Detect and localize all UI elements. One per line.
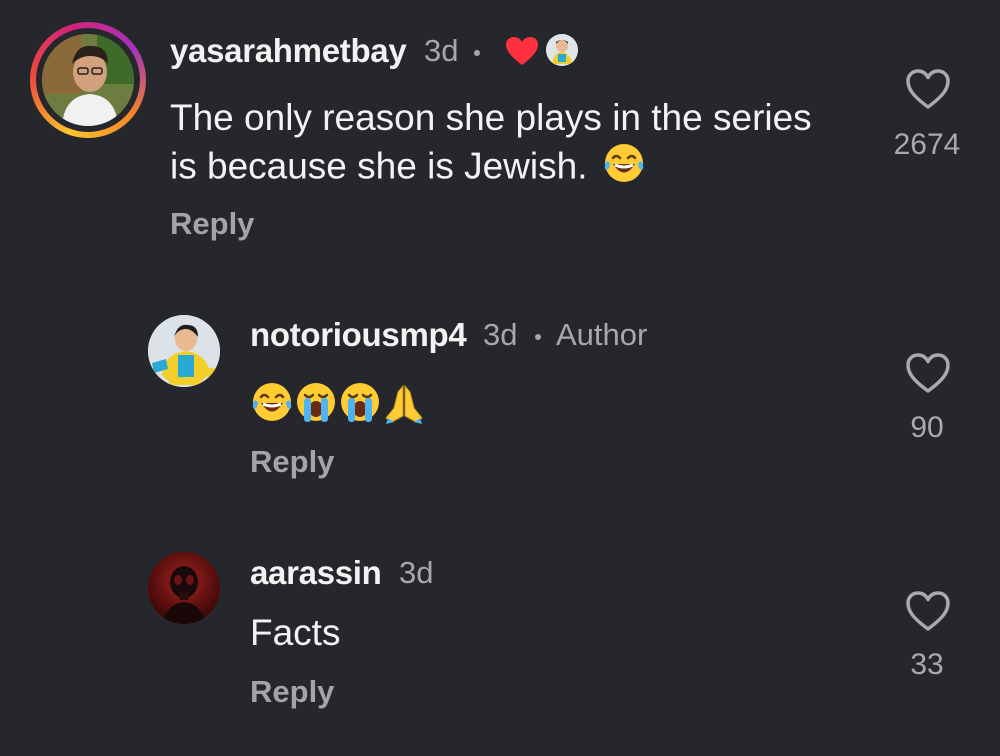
loudly-crying-face-icon [338, 380, 382, 429]
folded-hands-icon [382, 380, 426, 429]
heart-outline-icon[interactable] [905, 352, 951, 394]
separator-dot [535, 334, 541, 340]
emoji-row [250, 380, 426, 424]
comment-item: notoriousmp4 3d Author Reply 90 [0, 300, 1000, 500]
comment-text-line2: is because she is Jewish. [170, 141, 646, 196]
comment-username[interactable]: notoriousmp4 [250, 316, 467, 354]
comment-item: aarassin 3d Facts Reply 33 [0, 540, 1000, 740]
avatar[interactable] [148, 552, 220, 624]
avatar[interactable] [42, 34, 134, 126]
reply-button[interactable]: Reply [170, 206, 254, 242]
reply-button[interactable]: Reply [250, 444, 334, 480]
comment-text: The only reason she plays in the series [170, 97, 812, 138]
face-with-tears-of-joy-icon [250, 380, 294, 429]
comment-time: 3d [399, 555, 434, 590]
heart-outline-icon[interactable] [905, 590, 951, 632]
heart-filled-icon [505, 36, 539, 71]
separator-dot [474, 50, 480, 56]
comment-item: yasarahmetbay 3d The only reason she pla… [0, 0, 1000, 270]
face-with-tears-of-joy-icon [602, 141, 646, 196]
like-count: 2674 [893, 128, 961, 161]
comment-time: 3d [424, 33, 459, 68]
avatar[interactable] [148, 315, 220, 387]
comment-text: Facts [250, 612, 341, 653]
comment-username[interactable]: aarassin [250, 554, 382, 592]
reply-button[interactable]: Reply [250, 674, 334, 710]
author-badge: Author [556, 317, 648, 352]
author-avatar-icon [546, 34, 578, 66]
story-ring[interactable] [30, 22, 146, 138]
like-count: 33 [910, 648, 944, 681]
like-count: 90 [910, 411, 944, 444]
loudly-crying-face-icon [294, 380, 338, 429]
heart-outline-icon[interactable] [905, 68, 951, 110]
comment-username[interactable]: yasarahmetbay [170, 32, 407, 70]
comment-time: 3d [483, 317, 518, 352]
